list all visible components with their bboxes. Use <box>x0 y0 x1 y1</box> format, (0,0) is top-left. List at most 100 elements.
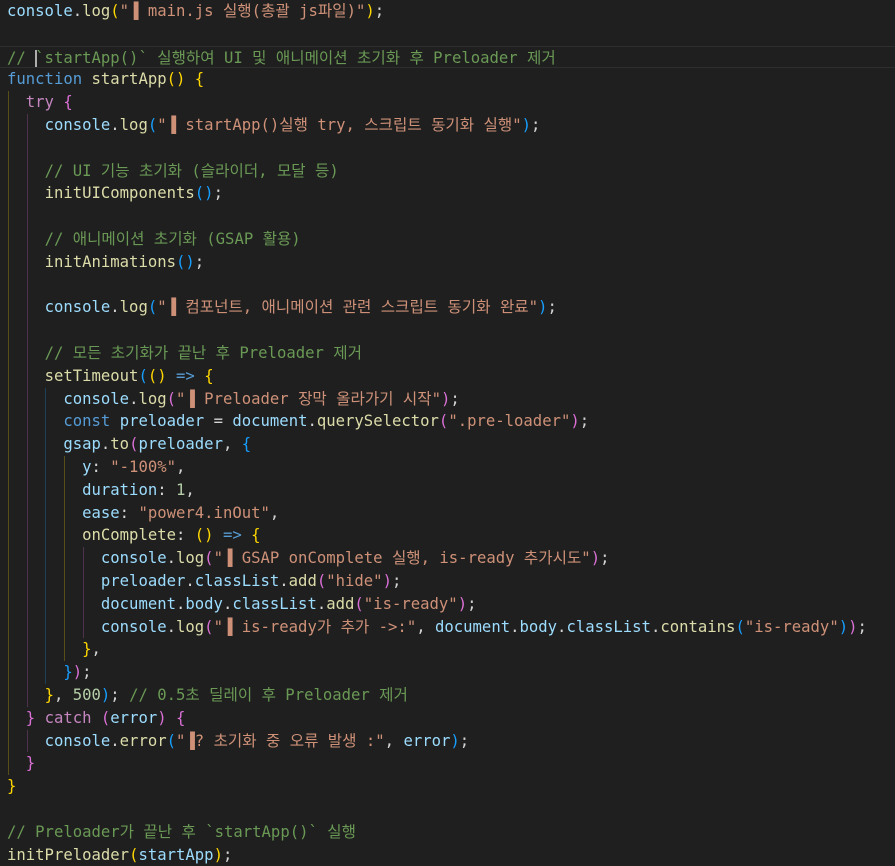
token: duration <box>82 480 158 499</box>
token: ( <box>166 731 177 750</box>
token: . <box>307 412 317 431</box>
code-line[interactable]: gsap.to(preloader, { <box>0 433 895 456</box>
code-text: // 애니메이션 초기화 (GSAP 활용) <box>7 228 301 251</box>
code-line[interactable]: } <box>0 775 895 798</box>
token: , <box>384 731 404 750</box>
token: document <box>232 412 308 431</box>
token: preloader <box>138 435 223 454</box>
token: . <box>72 2 83 20</box>
code-line[interactable] <box>0 273 895 297</box>
token: ) <box>848 617 858 636</box>
code-line[interactable]: } <box>0 752 895 776</box>
code-line[interactable]: }); <box>0 661 895 684</box>
code-line[interactable] <box>0 23 895 46</box>
token: "▐ is-ready가 추가 ->:" <box>213 617 417 636</box>
token: y <box>82 458 92 476</box>
token: // 모든 초기화가 끝난 후 Preloader 제거 <box>44 344 362 362</box>
code-line[interactable]: try { <box>0 91 895 114</box>
code-text: // UI 기능 초기화 (슬라이더, 모달 등) <box>7 160 339 183</box>
code-line[interactable]: initUIComponents(); <box>0 182 895 206</box>
token: ; <box>213 184 223 203</box>
token: // Preloader가 끝난 후 `startApp()` 실행 <box>7 822 356 841</box>
token: catch <box>44 708 92 727</box>
token: "-100%" <box>110 458 176 476</box>
text-cursor <box>35 49 38 67</box>
code-line[interactable]: ease: "power4.inOut", <box>0 501 895 525</box>
code-line[interactable]: }, 500); // 0.5초 딜레이 후 Preloader 제거 <box>0 684 895 707</box>
code-text: }, <box>7 638 101 661</box>
code-line[interactable]: initAnimations(); <box>0 250 895 274</box>
token: ( <box>204 617 214 636</box>
code-text: }, 500); // 0.5초 딜레이 후 Preloader 제거 <box>7 684 408 707</box>
token: ; <box>82 663 92 682</box>
token: . <box>110 731 120 750</box>
code-line[interactable]: } catch (error) { <box>0 706 895 730</box>
token: log <box>119 116 148 134</box>
code-line[interactable]: y: "-100%", <box>0 456 895 479</box>
token: { <box>204 366 214 385</box>
token: function <box>7 70 83 89</box>
token: , <box>185 480 195 499</box>
code-line[interactable]: preloader.classList.add("hide"); <box>0 570 895 593</box>
code-line[interactable]: // Preloader가 끝난 후 `startApp()` 실행 <box>0 821 895 844</box>
code-line[interactable]: console.log("▐ Preloader 장막 올라가기 시작"); <box>0 387 895 411</box>
code-text: // `startApp()` 실행하여 UI 및 애니메이션 초기화 후 Pr… <box>7 47 556 70</box>
code-line[interactable]: duration: 1, <box>0 478 895 502</box>
code-line[interactable]: // `startApp()` 실행하여 UI 및 애니메이션 초기화 후 Pr… <box>0 45 895 70</box>
code-line[interactable] <box>0 136 895 160</box>
code-line[interactable]: console.log("▐ GSAP onComplete 실행, is-re… <box>0 547 895 570</box>
code-line[interactable]: console.log("▐ 컴포넌트, 애니메이션 관련 스크립트 동기화 완… <box>0 296 895 320</box>
code-line[interactable]: // 애니메이션 초기화 (GSAP 활용) <box>0 228 895 251</box>
code-text: // 모든 초기화가 끝난 후 Preloader 제거 <box>7 342 362 365</box>
code-line[interactable]: // 모든 초기화가 끝난 후 Preloader 제거 <box>0 342 895 365</box>
token: , <box>269 503 280 522</box>
code-text: function startApp() { <box>7 68 204 91</box>
code-text: gsap.to(preloader, { <box>7 433 251 456</box>
code-line[interactable]: console.log("▐ main.js 실행(총괄 js파일)"); <box>0 0 895 23</box>
token: ; <box>459 731 470 750</box>
code-text: try { <box>7 91 73 114</box>
code-line[interactable] <box>0 205 895 228</box>
code-text: // Preloader가 끝난 후 `startApp()` 실행 <box>7 821 356 844</box>
token: "▐ Preloader 장막 올라가기 시작" <box>176 389 441 408</box>
token: querySelector <box>316 412 439 431</box>
token: } <box>63 663 73 682</box>
token: // <box>7 48 36 67</box>
code-line[interactable]: const preloader = document.querySelector… <box>0 410 895 434</box>
code-line[interactable]: document.body.classList.add("is-ready"); <box>0 592 895 616</box>
code-editor[interactable]: console.log("▐ main.js 실행(총괄 js파일)"); // … <box>0 0 895 865</box>
code-line[interactable] <box>0 798 895 821</box>
token: gsap <box>63 435 101 454</box>
code-line[interactable]: setTimeout(() => { <box>0 364 895 388</box>
code-line[interactable]: console.log("▐ startApp()실행 try, 스크립트 동기… <box>0 114 895 137</box>
code-line[interactable]: }, <box>0 638 895 662</box>
code-line[interactable]: console.error("▐? 초기화 중 오류 발생 :", error)… <box>0 729 895 753</box>
code-line[interactable]: onComplete: () => { <box>0 524 895 548</box>
token: , <box>222 435 242 454</box>
token: console <box>44 116 111 134</box>
token: 500 <box>72 686 101 704</box>
code-line[interactable] <box>0 319 895 342</box>
token: add <box>326 594 355 613</box>
code-line[interactable]: console.log("▐ is-ready가 추가 ->:", docume… <box>0 615 895 639</box>
code-line[interactable]: initPreloader(startApp); <box>0 844 895 866</box>
token: log <box>138 389 167 408</box>
token: startApp <box>91 70 167 89</box>
token: initAnimations <box>44 252 176 271</box>
code-line[interactable]: function startApp() { <box>0 68 895 91</box>
token: ; <box>194 252 205 271</box>
token: . <box>650 617 661 636</box>
token: { <box>241 435 252 454</box>
token: : <box>157 480 176 499</box>
token: => <box>222 526 242 545</box>
token: ) <box>72 663 83 682</box>
code-line[interactable]: // UI 기능 초기화 (슬라이더, 모달 등) <box>0 159 895 183</box>
token: ) <box>382 572 392 590</box>
